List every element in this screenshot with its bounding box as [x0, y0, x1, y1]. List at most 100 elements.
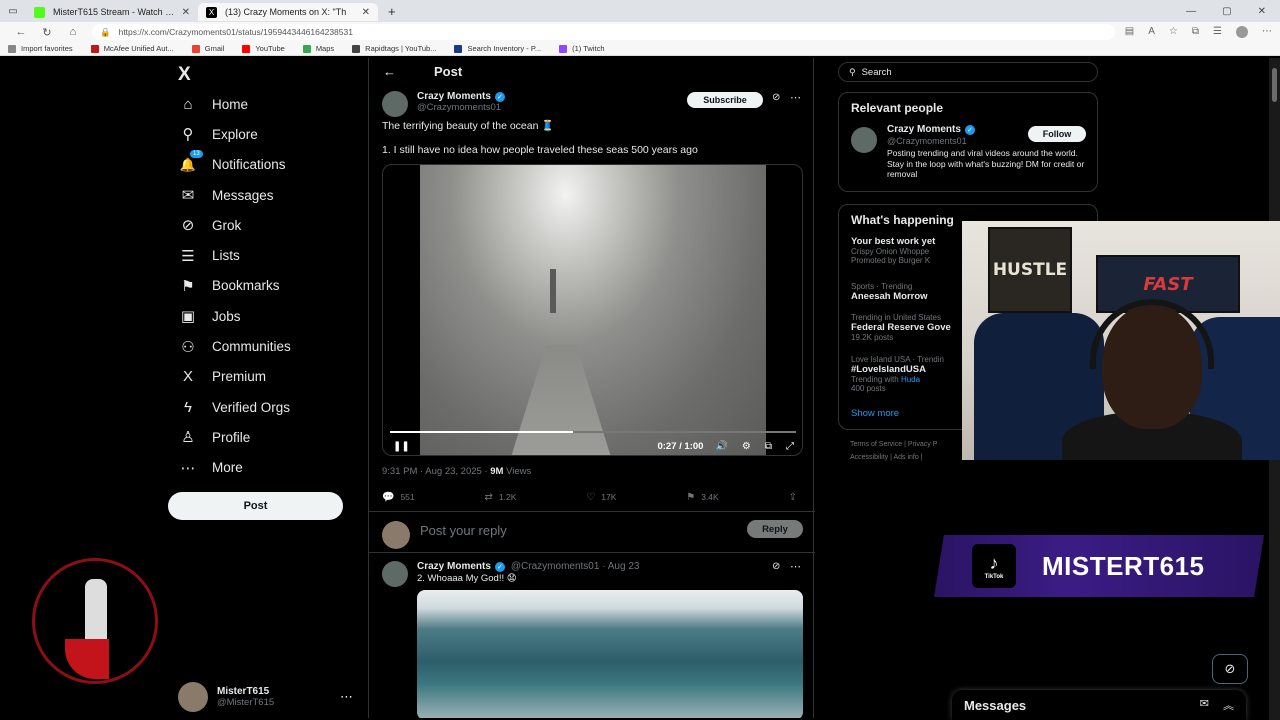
repost-action[interactable]: ⇄ 1.2K — [485, 492, 517, 503]
maximize-icon[interactable]: ▢ — [1222, 6, 1231, 17]
favorite-label: YouTube — [255, 44, 285, 53]
trend-with-link[interactable]: Huda — [901, 375, 920, 384]
avatar[interactable] — [382, 561, 408, 587]
x-logo-icon[interactable]: X — [178, 64, 191, 86]
like-action[interactable]: ♡ 17K — [586, 492, 616, 503]
share-icon: ⇪ — [788, 492, 797, 503]
reply-action[interactable]: 💬 551 — [382, 492, 415, 503]
settings-more-icon[interactable]: ⋯ — [1262, 26, 1272, 38]
messages-drawer[interactable]: Messages ✉ ︽ — [952, 690, 1246, 720]
reply-input[interactable]: Post your reply — [420, 523, 507, 538]
relevant-person-handle[interactable]: @Crazymoments01 — [887, 136, 967, 146]
close-window-icon[interactable]: ✕ — [1258, 6, 1266, 17]
tab-title: MisterT615 Stream - Watch Live on — [53, 7, 176, 17]
refresh-icon[interactable]: ↻ — [34, 26, 60, 39]
read-aloud-icon[interactable]: A — [1148, 26, 1155, 38]
trend-item[interactable]: Trending in United States Federal Reserv… — [851, 313, 951, 342]
favorite-twitch[interactable]: (1) Twitch — [559, 44, 605, 53]
subscribe-button[interactable]: Subscribe — [687, 92, 763, 108]
sidebar-item-explore[interactable]: ⚲ Explore — [178, 119, 291, 149]
more-options-icon[interactable]: ⋯ — [790, 560, 801, 573]
author-name[interactable]: Crazy Moments — [417, 91, 491, 102]
tiktok-logo-icon: ♪ TikTok — [972, 544, 1016, 588]
browser-tab-x[interactable]: X (13) Crazy Moments on X: "Th ✕ — [198, 3, 378, 21]
favorite-mcafee[interactable]: McAfee Unified Aut... — [90, 44, 174, 53]
video-player[interactable]: ❚❚ 0:27 / 1:00 🔊 ⚙ ⧉ ⤢ — [382, 164, 803, 456]
fullscreen-icon[interactable]: ⤢ — [786, 441, 794, 452]
video-progress-bar[interactable] — [390, 431, 796, 433]
url-field[interactable]: 🔒 https://x.com/Crazymoments01/status/19… — [92, 24, 1115, 40]
search-input[interactable]: ⚲ Search — [838, 62, 1098, 82]
expand-chevron-icon[interactable]: ︽ — [1223, 697, 1234, 713]
sidebar-item-messages[interactable]: ✉ Messages — [178, 180, 291, 210]
sidebar-item-jobs[interactable]: ▣ Jobs — [178, 301, 291, 331]
footer-line-2[interactable]: Accessibility | Ads info | — [850, 451, 937, 464]
reply-button[interactable]: Reply — [747, 520, 803, 538]
volume-icon[interactable]: 🔊 — [715, 441, 727, 452]
sidebar-item-profile[interactable]: ♙ Profile — [178, 422, 291, 452]
back-icon[interactable]: ← — [8, 26, 34, 38]
relevant-person-name[interactable]: Crazy Moments — [887, 124, 961, 135]
bookmark-action[interactable]: ⚑ 3.4K — [686, 492, 718, 503]
sidebar-item-verified-orgs[interactable]: ϟ Verified Orgs — [178, 392, 291, 422]
home-icon[interactable]: ⌂ — [60, 26, 86, 38]
browser-tab-kick[interactable]: MisterT615 Stream - Watch Live on ✕ — [26, 3, 198, 21]
sidebar-item-bookmarks[interactable]: ⚑ Bookmarks — [178, 271, 291, 301]
avatar[interactable] — [382, 91, 408, 117]
close-tab-icon[interactable]: ✕ — [362, 7, 370, 18]
favorite-star-icon[interactable]: ☆ — [1169, 26, 1178, 38]
show-more-link[interactable]: Show more — [851, 408, 899, 419]
trend-item[interactable]: Sports · Trending Aneesah Morrow — [851, 282, 928, 302]
sidebar-item-notifications[interactable]: 🔔 13 Notifications — [178, 150, 291, 180]
browser-toolbar-icons: ▤ A ☆ ⧉ ☰ ⋯ — [1125, 26, 1272, 38]
picture-in-picture-icon[interactable]: ⧉ — [765, 441, 772, 452]
collections-icon[interactable]: ☰ — [1213, 26, 1222, 38]
favorite-inventory[interactable]: Search Inventory - P... — [454, 44, 541, 53]
pause-icon[interactable]: ❚❚ — [393, 441, 410, 452]
minimize-icon[interactable]: — — [1186, 6, 1196, 17]
sidebar-item-more[interactable]: ⋯ More — [178, 453, 291, 483]
new-message-icon[interactable]: ✉ — [1200, 697, 1209, 713]
follow-button[interactable]: Follow — [1028, 126, 1086, 142]
sidebar-item-communities[interactable]: ⚇ Communities — [178, 331, 291, 361]
avatar — [178, 682, 208, 712]
favorite-rapidtags[interactable]: Rapidtags | YouTub... — [352, 44, 436, 53]
new-tab-button[interactable]: + — [388, 4, 396, 19]
extensions-icon[interactable]: ⧉ — [1192, 26, 1199, 38]
sidebar-item-lists[interactable]: ☰ Lists — [178, 240, 291, 270]
reply-tweet-media[interactable] — [417, 590, 803, 718]
author-handle-date[interactable]: @Crazymoments01 · Aug 23 — [511, 561, 640, 572]
scrollbar-thumb[interactable] — [1272, 68, 1277, 102]
author-handle[interactable]: @Crazymoments01 — [417, 102, 505, 113]
account-more-icon[interactable]: ⋯ — [340, 689, 353, 705]
post-button[interactable]: Post — [168, 492, 343, 520]
favorite-import[interactable]: Import favorites — [8, 44, 73, 53]
grok-icon[interactable]: ⊘ — [772, 561, 780, 572]
grok-icon[interactable]: ⊘ — [772, 92, 780, 103]
trend-item[interactable]: Love Island USA · Trendin #LoveIslandUSA… — [851, 355, 944, 393]
sidebar-item-home[interactable]: ⌂ Home — [178, 89, 291, 119]
settings-gear-icon[interactable]: ⚙ — [742, 441, 751, 452]
post-timestamp[interactable]: 9:31 PM · Aug 23, 2025 · — [382, 466, 490, 477]
sidebar-item-premium[interactable]: X Premium — [178, 362, 291, 392]
tab-actions-icon[interactable]: ▭ — [0, 0, 26, 22]
read-view-icon[interactable]: ▤ — [1125, 26, 1134, 38]
close-tab-icon[interactable]: ✕ — [182, 7, 190, 18]
author-name[interactable]: Crazy Moments — [417, 561, 491, 572]
maps-icon — [302, 44, 311, 53]
promoted-item[interactable]: Your best work yet Crispy Onion Whoppe P… — [851, 236, 935, 265]
profile-icon[interactable] — [1236, 26, 1248, 38]
avatar[interactable] — [851, 127, 877, 153]
notification-count-badge: 13 — [190, 150, 203, 159]
share-action[interactable]: ⇪ — [789, 492, 803, 503]
more-options-icon[interactable]: ⋯ — [790, 91, 801, 104]
account-switcher[interactable]: MisterT615 @MisterT615 ⋯ — [178, 682, 353, 712]
grok-float-button[interactable]: ⊘ — [1212, 654, 1248, 684]
reply-icon: 💬 — [382, 492, 395, 503]
favorite-youtube[interactable]: YouTube — [242, 44, 285, 53]
favorite-maps[interactable]: Maps — [302, 44, 334, 53]
favorite-gmail[interactable]: Gmail — [191, 44, 224, 53]
back-arrow-icon[interactable]: ← — [383, 64, 396, 79]
sidebar-item-grok[interactable]: ⊘ Grok — [178, 210, 291, 240]
footer-line-1[interactable]: Terms of Service | Privacy P — [850, 438, 937, 451]
